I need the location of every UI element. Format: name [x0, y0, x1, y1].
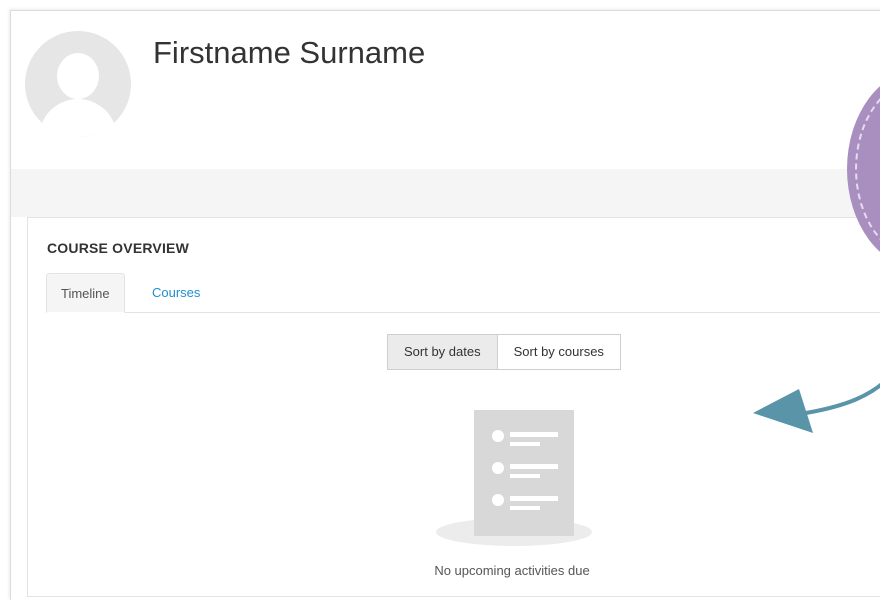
illustration-line — [510, 464, 558, 469]
avatar-body-shape — [39, 99, 117, 137]
user-avatar[interactable] — [25, 31, 131, 137]
illustration-sheet — [474, 410, 574, 536]
illustration-line — [510, 474, 540, 478]
arrow-annotation-icon — [753, 382, 880, 433]
illustration-line — [510, 506, 540, 510]
header-divider-band — [11, 169, 880, 217]
course-overview-title: COURSE OVERVIEW — [47, 240, 189, 256]
overview-tabs: Timeline Courses — [46, 273, 880, 313]
arrow-shaft — [804, 382, 880, 415]
illustration-bullet — [492, 430, 504, 442]
sort-button-group: Sort by dates Sort by courses — [387, 334, 621, 370]
page-frame: Firstname Surname COURSE OVERVIEW Timeli… — [10, 10, 880, 600]
illustration-bullet — [492, 494, 504, 506]
avatar-head-shape — [57, 53, 99, 99]
tab-courses[interactable]: Courses — [138, 273, 214, 313]
sort-by-dates-button[interactable]: Sort by dates — [387, 334, 497, 370]
profile-name: Firstname Surname — [153, 35, 426, 70]
arrow-head — [753, 389, 813, 433]
list-document-icon — [436, 410, 592, 546]
illustration-line — [510, 496, 558, 501]
illustration-line — [510, 432, 558, 437]
sort-by-courses-button[interactable]: Sort by courses — [496, 334, 621, 370]
illustration-bullet — [492, 462, 504, 474]
illustration-line — [510, 442, 540, 446]
empty-state-message: No upcoming activities due — [434, 563, 590, 578]
tab-timeline[interactable]: Timeline — [46, 273, 125, 313]
profile-header: Firstname Surname — [11, 11, 880, 169]
